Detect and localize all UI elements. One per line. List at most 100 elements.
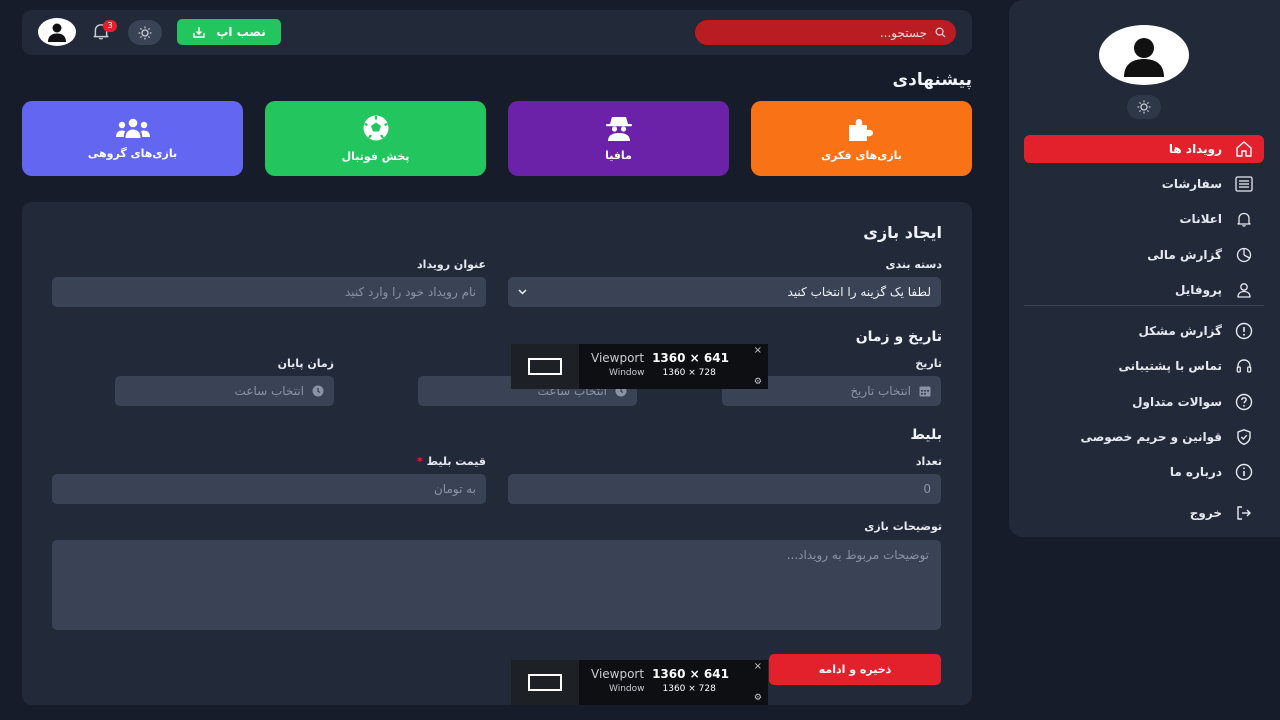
- sun-icon: [1137, 100, 1151, 114]
- required-asterisk: *: [416, 455, 423, 468]
- users-icon: [115, 118, 150, 138]
- sidebar-item-contact-support[interactable]: تماس با پشتیبانی: [1024, 352, 1264, 380]
- sidebar-item-financial-report[interactable]: گزارش مالی: [1024, 241, 1264, 269]
- event-title-label: عنوان رویداد: [417, 258, 486, 271]
- viewport-size: 1360 × 641: [652, 351, 729, 365]
- overlay-settings-icon[interactable]: ⚙: [754, 377, 762, 387]
- category-selected-value: لطفا یک گزینه را انتخاب کنید: [787, 285, 931, 299]
- sidebar-item-label: گزارش مشکل: [1138, 324, 1222, 338]
- spy-icon: [605, 117, 632, 141]
- category-label: دسته بندی: [885, 258, 942, 271]
- viewport-thumbnail: [511, 344, 579, 389]
- search-input[interactable]: جستجو...: [695, 20, 956, 45]
- event-title-placeholder: نام رویداد خود را وارد کنید: [344, 285, 476, 299]
- info-icon: [1235, 463, 1253, 481]
- search-placeholder: جستجو...: [879, 25, 927, 40]
- category-select[interactable]: لطفا یک گزینه را انتخاب کنید: [508, 277, 941, 307]
- event-title-input[interactable]: نام رویداد خود را وارد کنید: [52, 277, 486, 307]
- end-time-label: زمان پایان: [277, 357, 334, 370]
- shield-icon: [1237, 429, 1251, 445]
- search-icon: [935, 27, 946, 38]
- clock-icon: [312, 385, 324, 397]
- install-app-label: نصب اپ: [216, 25, 266, 39]
- logout-icon: [1237, 506, 1251, 520]
- chevron-down-icon: [518, 289, 527, 295]
- date-placeholder: انتخاب تاریخ: [850, 384, 911, 398]
- description-textarea[interactable]: توضیحات مربوط به رویداد...: [52, 540, 941, 630]
- sidebar-item-profile[interactable]: پروفایل: [1024, 276, 1264, 304]
- sidebar-item-notifications[interactable]: اعلانات: [1024, 205, 1264, 233]
- card-label: مافیا: [605, 149, 632, 162]
- create-game-form: ایجاد بازی دسته بندی لطفا یک گزینه را ان…: [22, 202, 972, 705]
- date-label: تاریخ: [915, 357, 942, 370]
- card-group-games[interactable]: بازی‌های گروهی: [22, 101, 243, 176]
- home-icon: [1236, 141, 1252, 157]
- ticket-price-placeholder: به تومان: [433, 482, 476, 496]
- datetime-section-title: تاریخ و زمان: [855, 329, 942, 345]
- overlay-settings-icon[interactable]: ⚙: [754, 693, 762, 703]
- notification-badge: 3: [103, 20, 117, 32]
- end-time-input[interactable]: انتخاب ساعت: [115, 376, 334, 406]
- description-label: توضیحات بازی: [864, 520, 942, 533]
- sidebar: رویداد ها سفارشات اعلانات گزارش مالی پرو…: [1009, 0, 1280, 537]
- theme-toggle[interactable]: [128, 20, 162, 45]
- card-label: بازی‌های گروهی: [87, 147, 178, 160]
- sidebar-divider: [1024, 305, 1264, 306]
- ticket-count-value: 0: [923, 482, 931, 496]
- viewport-size: 1360 × 641: [652, 667, 729, 681]
- profile-avatar[interactable]: [1099, 25, 1189, 85]
- save-continue-button[interactable]: ذخیره و ادامه: [769, 654, 941, 685]
- viewport-label: Viewport: [591, 667, 645, 681]
- sidebar-item-label: رویداد ها: [1168, 142, 1222, 156]
- sidebar-item-label: گزارش مالی: [1147, 248, 1222, 262]
- ticket-price-label-text: قیمت بلیط: [426, 455, 486, 468]
- overlay-close-icon[interactable]: ×: [754, 661, 762, 672]
- sidebar-item-label: پروفایل: [1174, 283, 1222, 297]
- viewport-size-overlay: Viewport 1360 × 641 Window 1360 × 728 × ⚙: [511, 660, 768, 705]
- alert-circle-icon: [1235, 322, 1253, 340]
- help-circle-icon: [1235, 393, 1253, 411]
- sidebar-item-report-problem[interactable]: گزارش مشکل: [1024, 317, 1264, 345]
- sidebar-item-label: تماس با پشتیبانی: [1118, 359, 1222, 373]
- window-label: Window: [609, 684, 645, 694]
- viewport-frame-icon: [528, 674, 562, 691]
- soccer-ball-icon: [363, 115, 388, 141]
- list-icon: [1235, 176, 1253, 192]
- pie-chart-icon: [1236, 247, 1252, 263]
- sidebar-item-label: درباره ما: [1169, 465, 1222, 479]
- puzzle-icon: [848, 119, 873, 141]
- sidebar-item-orders[interactable]: سفارشات: [1024, 170, 1264, 198]
- user-icon: [1124, 38, 1164, 77]
- install-app-button[interactable]: نصب اپ: [177, 19, 281, 45]
- sidebar-item-events[interactable]: رویداد ها: [1024, 135, 1264, 163]
- calendar-icon: [919, 386, 931, 397]
- window-size: 1360 × 728: [662, 684, 716, 694]
- window-size: 1360 × 728: [662, 368, 716, 378]
- end-time-placeholder: انتخاب ساعت: [234, 384, 304, 398]
- card-label: بازی‌های فکری: [821, 149, 902, 162]
- viewport-frame-icon: [528, 358, 562, 375]
- sidebar-item-faq[interactable]: سوالات متداول: [1024, 388, 1264, 416]
- ticket-price-input[interactable]: به تومان: [52, 474, 486, 504]
- sidebar-item-about[interactable]: درباره ما: [1024, 458, 1264, 486]
- sidebar-item-label: قوانین و حریم خصوصی: [1080, 430, 1222, 444]
- overlay-close-icon[interactable]: ×: [754, 345, 762, 356]
- description-placeholder: توضیحات مربوط به رویداد...: [786, 548, 929, 562]
- theme-toggle[interactable]: [1127, 95, 1161, 119]
- window-label: Window: [609, 368, 645, 378]
- topbar: 3 نصب اپ جستجو...: [22, 10, 972, 55]
- viewport-thumbnail: [511, 660, 579, 705]
- count-label: تعداد: [915, 455, 942, 468]
- ticket-count-input[interactable]: 0: [508, 474, 941, 504]
- headset-icon: [1236, 359, 1252, 373]
- card-football-stream[interactable]: پخش فوتبال: [265, 101, 486, 176]
- card-mind-games[interactable]: بازی‌های فکری: [751, 101, 972, 176]
- sidebar-item-terms-privacy[interactable]: قوانین و حریم خصوصی: [1024, 423, 1264, 451]
- sidebar-item-logout[interactable]: خروج: [1024, 499, 1264, 527]
- card-mafia[interactable]: مافیا: [508, 101, 729, 176]
- sidebar-item-label: خروج: [1189, 506, 1222, 520]
- sidebar-item-label: سفارشات: [1161, 177, 1222, 191]
- card-label: پخش فوتبال: [341, 150, 410, 163]
- user-avatar[interactable]: [38, 18, 76, 46]
- sidebar-item-label: اعلانات: [1179, 212, 1223, 226]
